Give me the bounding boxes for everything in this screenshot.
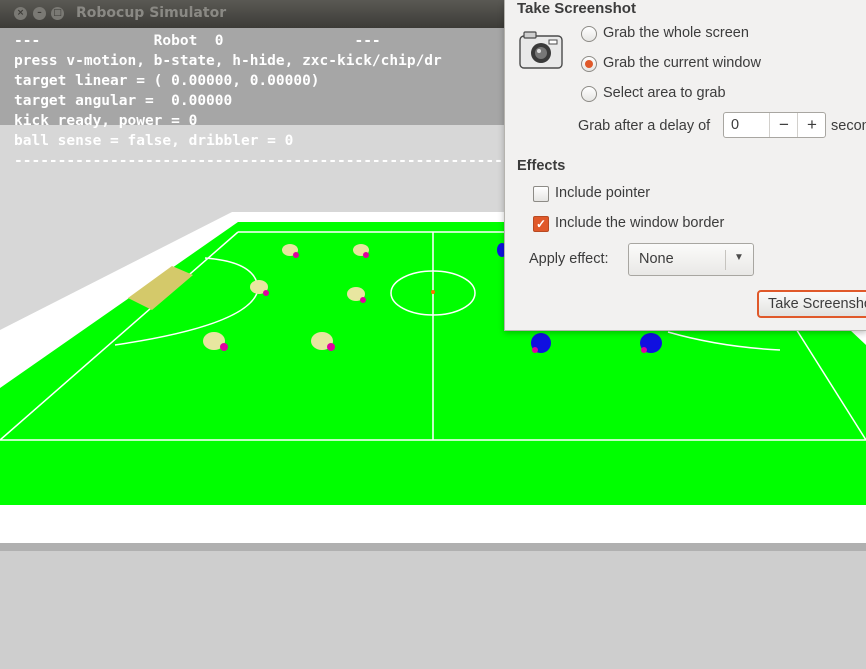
window-title: Robocup Simulator — [76, 5, 227, 21]
grab-current-window-label[interactable]: Grab the current window — [603, 55, 761, 71]
robot-marker — [532, 347, 538, 353]
delay-spinbox[interactable]: 0 − + — [723, 112, 826, 138]
delay-label: Grab after a delay of — [578, 118, 711, 134]
chevron-down-icon[interactable]: ▼ — [734, 252, 744, 263]
minimize-window-button[interactable]: – — [33, 7, 46, 20]
robot-marker — [363, 252, 369, 258]
include-pointer-label[interactable]: Include pointer — [555, 185, 650, 201]
delay-value[interactable]: 0 — [731, 117, 739, 133]
camera-icon — [519, 31, 563, 69]
apply-effect-dropdown[interactable]: None ▼ — [628, 243, 754, 276]
grab-current-window-radio[interactable] — [581, 56, 597, 72]
take-screenshot-button[interactable]: Take Screenshot — [757, 290, 866, 318]
delay-decrement-button[interactable]: − — [769, 113, 798, 137]
delay-increment-button[interactable]: + — [797, 113, 826, 137]
hud-target-linear: target linear = ( 0.00000, 0.00000) — [14, 73, 320, 89]
robot-marker — [263, 290, 269, 296]
hud-target-angular: target angular = 0.00000 — [14, 93, 233, 109]
hud-controls-line: press v-motion, b-state, h-hide, zxc-kic… — [14, 53, 442, 69]
robot-marker — [220, 343, 228, 351]
field-floor-shadow — [0, 543, 866, 551]
effects-heading: Effects — [517, 158, 566, 174]
select-area-label[interactable]: Select area to grab — [603, 85, 726, 101]
robot-marker — [641, 347, 647, 353]
select-area-radio[interactable] — [581, 86, 597, 102]
robot-marker — [360, 297, 366, 303]
ball — [431, 290, 435, 294]
grab-whole-screen-label[interactable]: Grab the whole screen — [603, 25, 749, 41]
include-pointer-checkbox[interactable] — [533, 186, 549, 202]
close-window-button[interactable]: × — [14, 7, 27, 20]
include-border-label[interactable]: Include the window border — [555, 215, 724, 231]
apply-effect-label: Apply effect: — [529, 251, 609, 267]
robot-marker — [327, 343, 335, 351]
dialog-title: Take Screenshot — [517, 0, 636, 17]
take-screenshot-dialog: Take Screenshot Grab the whole screen Gr… — [504, 0, 866, 331]
dropdown-separator — [725, 250, 726, 270]
delay-unit-label: seconds — [831, 118, 866, 134]
maximize-window-button[interactable]: □ — [51, 7, 64, 20]
include-border-checkbox[interactable]: ✓ — [533, 216, 549, 232]
hud-ball-sense: ball sense = false, dribbler = 0 — [14, 133, 294, 149]
hud-kick-status: kick ready, power = 0 — [14, 113, 198, 129]
floor-area — [0, 545, 866, 669]
robot-marker — [293, 252, 299, 258]
hud-header: --- Robot 0 --- — [14, 33, 381, 49]
grab-whole-screen-radio[interactable] — [581, 26, 597, 42]
apply-effect-value[interactable]: None — [639, 251, 674, 267]
